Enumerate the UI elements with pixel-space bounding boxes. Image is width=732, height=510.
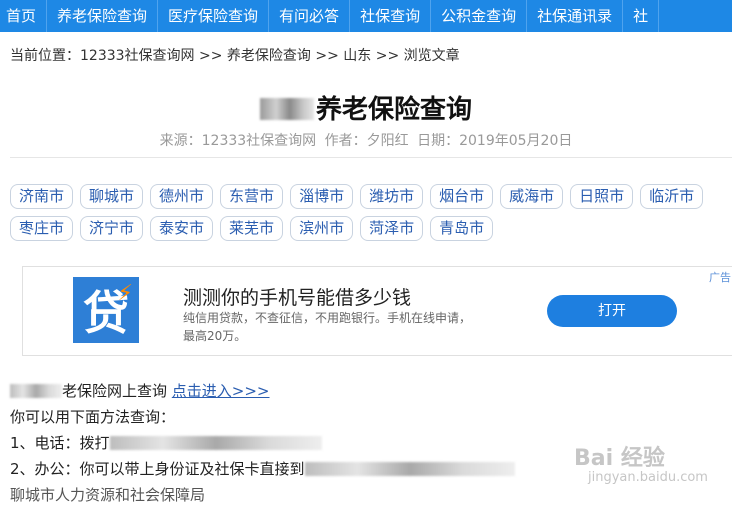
nav-item-more[interactable]: 社: [623, 0, 660, 32]
city-link[interactable]: 临沂市: [640, 184, 704, 209]
ad-title[interactable]: 测测你的手机号能借多少钱: [183, 283, 411, 310]
city-list: 济南市 聊城市 德州市 东营市 淄博市 潍坊市 烟台市 威海市 日照市 临沂市 …: [10, 184, 732, 241]
body-text: 1、电话：拨打: [10, 434, 110, 452]
watermark-url: jingyan.baidu.com: [588, 470, 708, 485]
nav-item-home[interactable]: 首页: [0, 0, 48, 32]
city-link[interactable]: 济宁市: [80, 216, 144, 241]
body-line: 老保险网上查询 点击进入>>>: [10, 380, 515, 406]
page-title: 养老保险查询: [0, 92, 732, 128]
loan-logo-icon: 贷 ⚡: [73, 277, 139, 343]
article-source: 来源：12333社保查询网: [159, 133, 317, 149]
divider: [10, 157, 732, 158]
blurred-region: [304, 462, 515, 476]
city-link[interactable]: 莱芜市: [220, 216, 284, 241]
city-link[interactable]: 烟台市: [430, 184, 494, 209]
breadcrumb: 当前位置：12333社保查询网 >> 养老保险查询 >> 山东 >> 浏览文章: [10, 48, 460, 64]
ad-open-button[interactable]: 打开: [547, 295, 677, 327]
article-body: 老保险网上查询 点击进入>>> 你可以用下面方法查询： 1、电话：拨打 2、办公…: [10, 380, 515, 510]
body-text: 老保险网上查询: [62, 382, 168, 400]
body-line: 你可以用下面方法查询：: [10, 408, 176, 426]
enter-link[interactable]: 点击进入>>>: [172, 382, 270, 400]
city-link[interactable]: 德州市: [150, 184, 214, 209]
nav-item-directory[interactable]: 社保通讯录: [527, 0, 624, 32]
city-link[interactable]: 聊城市: [80, 184, 144, 209]
top-nav: 首页 养老保险查询 医疗保险查询 有问必答 社保查询 公积金查询 社保通讯录 社: [0, 0, 732, 32]
body-line: 1、电话：拨打: [10, 432, 515, 458]
watermark-text: Bai 经验: [574, 446, 665, 471]
city-link[interactable]: 东营市: [220, 184, 284, 209]
article-date: 日期：2019年05月20日: [417, 133, 573, 149]
body-line: 2、办公：你可以带上身份证及社保卡直接到: [10, 458, 515, 484]
nav-item-medical[interactable]: 医疗保险查询: [158, 0, 270, 32]
ad-banner[interactable]: 贷 ⚡ 测测你的手机号能借多少钱 纯信用贷款，不查征信，不用跑银行。手机在线申请…: [22, 266, 732, 356]
nav-item-social-security[interactable]: 社保查询: [350, 0, 432, 32]
nav-item-housing-fund[interactable]: 公积金查询: [431, 0, 528, 32]
body-text: 2、办公：你可以带上身份证及社保卡直接到: [10, 460, 305, 478]
city-link[interactable]: 济南市: [10, 184, 74, 209]
article-meta: 来源：12333社保查询网 作者：夕阳红 日期：2019年05月20日: [0, 130, 732, 150]
city-link[interactable]: 威海市: [500, 184, 564, 209]
baidu-jingyan-watermark: Bai 经验 jingyan.baidu.com: [564, 432, 708, 492]
nav-item-qa[interactable]: 有问必答: [269, 0, 351, 32]
nav-item-pension[interactable]: 养老保险查询: [47, 0, 159, 32]
blurred-region: [109, 436, 322, 450]
ad-description: 纯信用贷款，不查征信，不用跑银行。手机在线申请，最高20万。: [183, 311, 472, 343]
ad-tag: 广告: [709, 271, 731, 284]
city-link[interactable]: 滨州市: [290, 216, 354, 241]
city-link[interactable]: 淄博市: [290, 184, 354, 209]
article-author: 作者：夕阳红: [324, 133, 409, 149]
city-link[interactable]: 泰安市: [150, 216, 214, 241]
lightning-icon: ⚡: [117, 281, 133, 306]
city-link[interactable]: 青岛市: [430, 216, 494, 241]
blurred-region: [259, 98, 314, 120]
city-link[interactable]: 潍坊市: [360, 184, 424, 209]
blurred-region: [10, 384, 62, 398]
city-link[interactable]: 枣庄市: [10, 216, 74, 241]
city-link[interactable]: 日照市: [570, 184, 634, 209]
page-title-text: 养老保险查询: [315, 95, 472, 125]
body-line: 聊城市人力资源和社会保障局: [10, 486, 206, 504]
city-link[interactable]: 菏泽市: [360, 216, 424, 241]
